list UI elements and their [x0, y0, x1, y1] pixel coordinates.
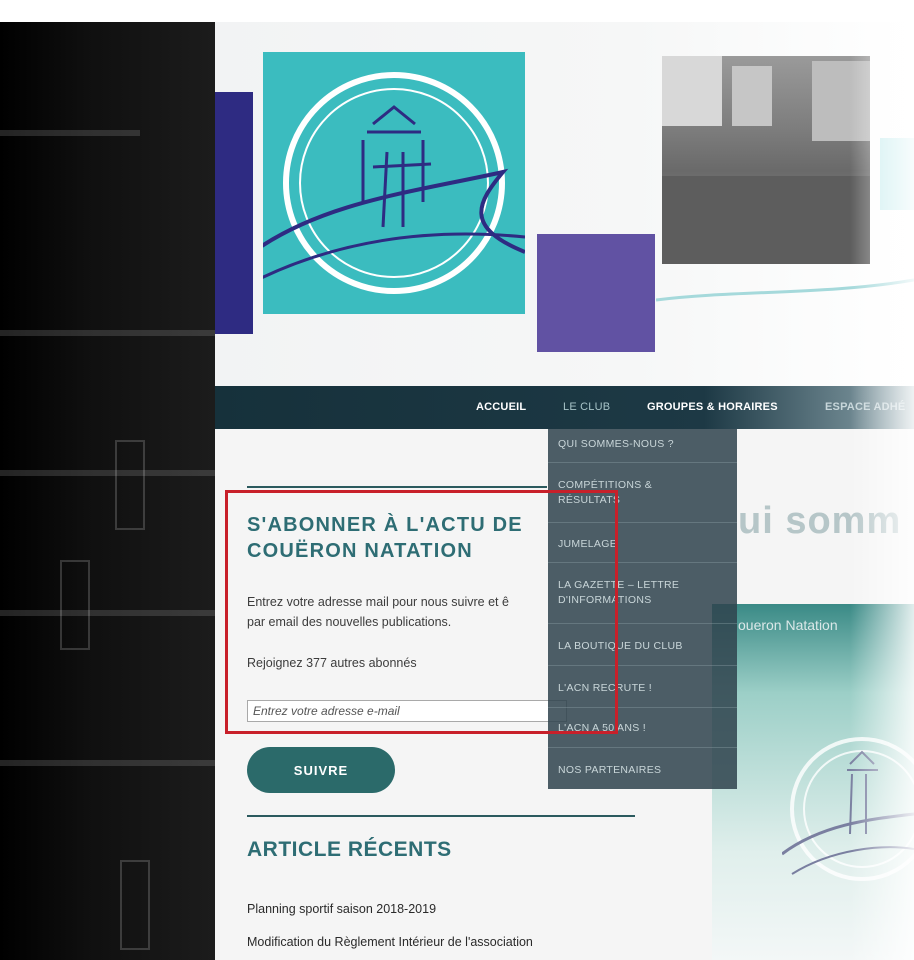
nav-le-club[interactable]: LE CLUB	[563, 386, 610, 429]
decorative-blue-block	[215, 92, 253, 334]
menu-item-partenaires[interactable]: NOS PARTENAIRES	[548, 763, 737, 778]
left-background-photo	[0, 0, 215, 960]
recent-article-link[interactable]: Modification du Règlement Intérieur de l…	[247, 935, 533, 949]
panel-logo-watermark	[782, 737, 914, 881]
hero-caption: oueron Natation	[738, 617, 838, 633]
menu-item-qui-sommes-nous[interactable]: QUI SOMMES-NOUS ?	[548, 437, 737, 452]
divider	[247, 815, 635, 817]
nav-groupes-horaires[interactable]: GROUPES & HORAIRES	[647, 386, 778, 429]
wave-decoration	[656, 278, 914, 302]
highlight-annotation	[225, 490, 618, 734]
decorative-purple-block	[537, 234, 655, 352]
recent-article-link[interactable]: Planning sportif saison 2018-2019	[247, 902, 436, 916]
decorative-teal-block	[880, 138, 914, 210]
divider	[247, 486, 547, 488]
follow-button[interactable]: SUIVRE	[247, 747, 395, 793]
pool-photo	[662, 56, 870, 264]
recent-articles-title: ARTICLE RÉCENTS	[247, 838, 452, 861]
page-title: ui somm	[738, 500, 902, 542]
club-logo[interactable]	[251, 52, 526, 314]
nav-espace-adherent[interactable]: ESPACE ADHÉ	[825, 386, 905, 429]
nav-accueil[interactable]: ACCUEIL	[476, 386, 526, 429]
